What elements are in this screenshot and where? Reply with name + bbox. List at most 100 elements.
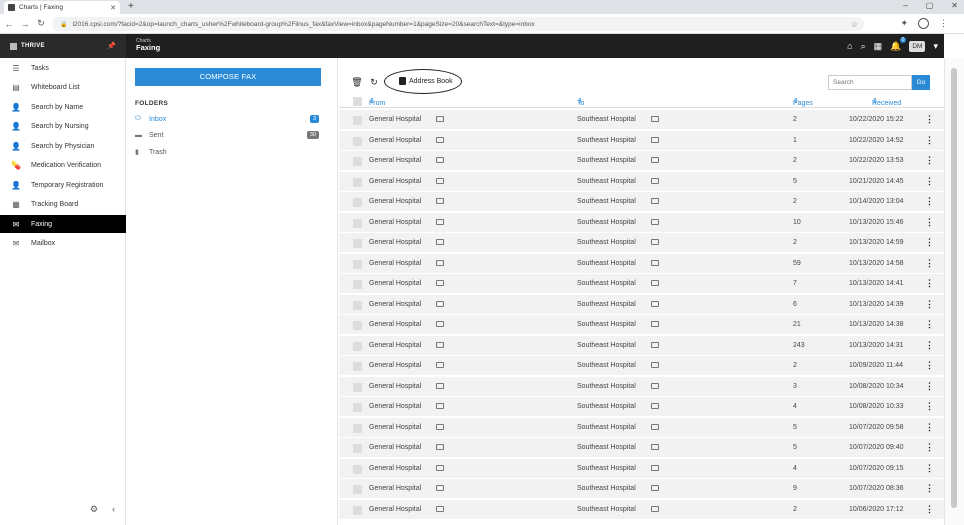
nav-item-mailbox[interactable]: ✉ Mailbox xyxy=(0,234,126,252)
apps-grid-icon[interactable]: ▦ xyxy=(874,41,883,52)
contact-card-icon[interactable] xyxy=(436,280,444,288)
contact-card-icon[interactable] xyxy=(436,239,444,247)
settings-gear-icon[interactable]: ⚙ xyxy=(90,504,98,515)
row-menu-icon[interactable]: ⋮ xyxy=(925,442,934,453)
contact-card-icon[interactable] xyxy=(436,321,444,329)
minimize-icon[interactable]: – xyxy=(903,1,907,10)
table-row[interactable]: General Hospital Southeast Hospital 5 10/21… xyxy=(339,171,944,192)
row-checkbox[interactable] xyxy=(353,157,362,166)
table-row[interactable]: General Hospital Southeast Hospital 2 10/22… xyxy=(339,151,944,171)
table-row[interactable]: General Hospital Southeast Hospital 1 10/22… xyxy=(339,130,944,151)
row-checkbox[interactable] xyxy=(353,485,362,494)
back-icon[interactable]: ← xyxy=(2,19,16,29)
row-menu-icon[interactable]: ⋮ xyxy=(925,422,934,433)
contact-card-icon[interactable] xyxy=(651,198,659,206)
table-row[interactable]: General Hospital Southeast Hospital 243 10/… xyxy=(339,335,944,356)
nav-item-search-by-physician[interactable]: 👤 Search by Physician xyxy=(0,137,126,155)
row-menu-icon[interactable]: ⋮ xyxy=(925,217,934,228)
table-row[interactable]: General Hospital Southeast Hospital 5 10/07… xyxy=(339,438,944,458)
forward-icon[interactable]: → xyxy=(18,19,32,29)
contact-card-icon[interactable] xyxy=(436,444,444,452)
row-menu-icon[interactable]: ⋮ xyxy=(925,114,934,125)
contact-card-icon[interactable] xyxy=(651,116,659,124)
contact-card-icon[interactable] xyxy=(436,382,444,391)
folder-trash[interactable]: ▮ Trash xyxy=(135,145,321,159)
select-all-checkbox[interactable] xyxy=(353,97,362,106)
browser-menu-icon[interactable]: ⋮ xyxy=(939,18,948,29)
contact-card-icon[interactable] xyxy=(436,505,444,514)
contact-card-icon[interactable] xyxy=(651,341,659,350)
compose-fax-button[interactable]: COMPOSE FAX xyxy=(135,68,321,86)
table-row[interactable]: General Hospital Southeast Hospital 2 10/14… xyxy=(339,192,944,212)
new-tab-icon[interactable]: + xyxy=(128,1,134,12)
extensions-icon[interactable]: ✦ xyxy=(900,18,908,29)
row-menu-icon[interactable]: ⋮ xyxy=(925,155,934,166)
contact-card-icon[interactable] xyxy=(651,382,659,391)
row-checkbox[interactable] xyxy=(353,382,362,392)
row-checkbox[interactable] xyxy=(353,177,362,187)
table-row[interactable]: General Hospital Southeast Hospital 10 10/1… xyxy=(339,212,944,233)
contact-card-icon[interactable] xyxy=(436,157,444,165)
contact-card-icon[interactable] xyxy=(651,177,659,186)
nav-item-medication-verification[interactable]: 💊 Medication Verification xyxy=(0,156,126,174)
row-menu-icon[interactable]: ⋮ xyxy=(925,483,934,494)
contact-card-icon[interactable] xyxy=(436,198,444,206)
folder-sent[interactable]: ▬ Sent 30 xyxy=(135,128,321,142)
contact-card-icon[interactable] xyxy=(651,280,659,288)
header-from[interactable]: From ⇕ xyxy=(369,97,385,107)
table-row[interactable]: General Hospital Southeast Hospital 6 10/13… xyxy=(339,294,944,315)
contact-card-icon[interactable] xyxy=(436,300,444,309)
row-checkbox[interactable] xyxy=(353,300,362,310)
row-menu-icon[interactable]: ⋮ xyxy=(925,381,934,392)
table-row[interactable]: General Hospital Southeast Hospital 5 10/07… xyxy=(339,417,944,438)
contact-card-icon[interactable] xyxy=(436,423,444,432)
row-checkbox[interactable] xyxy=(353,259,362,269)
contact-card-icon[interactable] xyxy=(651,136,659,145)
contact-card-icon[interactable] xyxy=(651,300,659,309)
refresh-icon[interactable]: ↻ xyxy=(368,76,380,88)
table-row[interactable]: General Hospital Southeast Hospital 59 10/1… xyxy=(339,253,944,274)
contact-card-icon[interactable] xyxy=(436,177,444,186)
nav-item-tracking-board[interactable]: ▦ Tracking Board xyxy=(0,195,126,213)
row-menu-icon[interactable]: ⋮ xyxy=(925,504,934,515)
row-menu-icon[interactable]: ⋮ xyxy=(925,237,934,248)
row-menu-icon[interactable]: ⋮ xyxy=(925,463,934,474)
row-checkbox[interactable] xyxy=(353,136,362,146)
bookmark-star-icon[interactable]: ☆ xyxy=(851,20,858,29)
row-menu-icon[interactable]: ⋮ xyxy=(925,299,934,310)
contact-card-icon[interactable] xyxy=(436,116,444,124)
user-menu-caret-icon[interactable]: ▾ xyxy=(933,41,938,52)
nav-item-whiteboard-list[interactable]: ▤ Whiteboard List xyxy=(0,78,126,96)
browser-tab[interactable]: Charts | Faxing ✕ xyxy=(4,1,120,14)
contact-card-icon[interactable] xyxy=(436,362,444,370)
table-row[interactable]: General Hospital Southeast Hospital 2 10/13… xyxy=(339,233,944,253)
folder-inbox[interactable]: ⬭ Inbox 3 xyxy=(135,112,321,126)
row-checkbox[interactable] xyxy=(353,423,362,433)
nav-item-search-by-name[interactable]: 👤 Search by Name xyxy=(0,98,126,116)
table-row[interactable]: General Hospital Southeast Hospital 7 10/13… xyxy=(339,274,944,294)
contact-card-icon[interactable] xyxy=(651,464,659,473)
nav-item-search-by-nursing[interactable]: 👤 Search by Nursing xyxy=(0,117,126,135)
row-checkbox[interactable] xyxy=(353,505,362,515)
row-checkbox[interactable] xyxy=(353,321,362,330)
row-menu-icon[interactable]: ⋮ xyxy=(925,135,934,146)
row-menu-icon[interactable]: ⋮ xyxy=(925,196,934,207)
header-to[interactable]: To ⇕ xyxy=(577,97,584,107)
collapse-nav-icon[interactable]: ‹ xyxy=(112,504,115,515)
contact-card-icon[interactable] xyxy=(651,362,659,370)
contact-card-icon[interactable] xyxy=(436,403,444,411)
row-checkbox[interactable] xyxy=(353,444,362,453)
contact-card-icon[interactable] xyxy=(651,423,659,432)
nav-item-temporary-registration[interactable]: 👤 Temporary Registration xyxy=(0,176,126,194)
contact-card-icon[interactable] xyxy=(436,218,444,227)
row-menu-icon[interactable]: ⋮ xyxy=(925,176,934,187)
nav-item-faxing[interactable]: ✉ Faxing xyxy=(0,215,126,233)
table-row[interactable]: General Hospital Southeast Hospital 2 10/09… xyxy=(339,356,944,376)
row-checkbox[interactable] xyxy=(353,116,362,125)
row-menu-icon[interactable]: ⋮ xyxy=(925,258,934,269)
table-row[interactable]: General Hospital Southeast Hospital 4 10/07… xyxy=(339,458,944,479)
nav-item-tasks[interactable]: ☰ Tasks xyxy=(0,59,126,77)
row-checkbox[interactable] xyxy=(353,341,362,351)
pin-icon[interactable]: 📌 xyxy=(107,42,116,50)
search-input[interactable] xyxy=(828,75,912,90)
